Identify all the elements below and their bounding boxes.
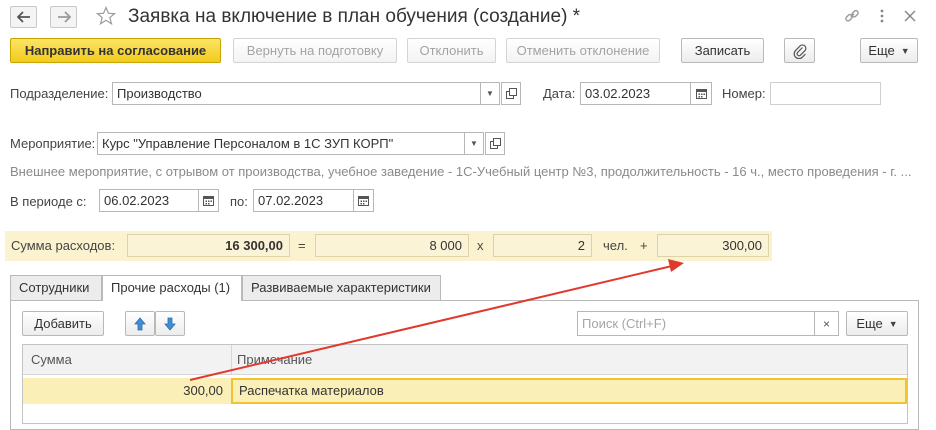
- participants-count-field[interactable]: 2: [493, 234, 592, 257]
- close-icon: [904, 10, 916, 22]
- cancel-rejection-button[interactable]: Отменить отклонение: [506, 38, 660, 63]
- number-label: Номер:: [722, 86, 766, 101]
- open-form-icon: [505, 88, 517, 99]
- period-from-input[interactable]: 06.02.2023: [99, 189, 199, 212]
- date-input[interactable]: 03.02.2023: [580, 82, 691, 105]
- plus-sign: +: [640, 238, 648, 253]
- number-input[interactable]: [770, 82, 881, 105]
- period-to-calendar-button[interactable]: [353, 189, 374, 212]
- search-clear-button[interactable]: ×: [814, 312, 838, 335]
- open-form-icon: [489, 138, 501, 149]
- move-up-button[interactable]: [125, 311, 155, 336]
- link-icon: [845, 9, 859, 22]
- more-label: Еще: [868, 43, 895, 58]
- arrow-up-icon: [134, 316, 146, 330]
- search-placeholder: Поиск (Ctrl+F): [582, 316, 667, 331]
- calendar-icon: [203, 196, 214, 206]
- department-label: Подразделение:: [10, 86, 109, 101]
- chevron-down-icon: ▼: [888, 318, 898, 329]
- link-button[interactable]: [842, 6, 862, 26]
- add-button[interactable]: Добавить: [22, 311, 104, 336]
- participants-unit: чел.: [603, 238, 628, 253]
- favorite-button[interactable]: [95, 5, 117, 27]
- tab-developed-characteristics[interactable]: Развиваемые характеристики: [242, 275, 441, 300]
- save-button[interactable]: Записать: [681, 38, 764, 63]
- more-button[interactable]: Еще ▼: [860, 38, 918, 63]
- window-title: Заявка на включение в план обучения (соз…: [128, 6, 581, 27]
- period-from-label: В периоде с:: [10, 194, 87, 209]
- arrow-down-icon: [164, 317, 176, 331]
- column-header-note[interactable]: Примечание: [237, 352, 312, 367]
- more-actions-button[interactable]: [872, 6, 892, 26]
- tab-employees[interactable]: Сотрудники: [10, 275, 102, 300]
- multiply-sign: x: [477, 238, 484, 253]
- department-input[interactable]: Производство: [112, 82, 481, 105]
- period-from-calendar-button[interactable]: [198, 189, 219, 212]
- table-header: Сумма Примечание: [23, 345, 907, 375]
- arrow-left-icon: [16, 11, 30, 23]
- event-dropdown-button[interactable]: ▼: [464, 132, 484, 155]
- event-input[interactable]: Курс "Управление Персоналом в 1С ЗУП КОР…: [97, 132, 465, 155]
- back-button[interactable]: [10, 6, 37, 28]
- move-down-button[interactable]: [155, 311, 185, 336]
- event-open-button[interactable]: [485, 132, 505, 155]
- calendar-icon: [358, 196, 369, 206]
- return-to-preparation-button[interactable]: Вернуть на подготовку: [233, 38, 397, 63]
- search-input[interactable]: Поиск (Ctrl+F) ×: [577, 311, 839, 336]
- table-more-button[interactable]: Еще ▼: [846, 311, 908, 336]
- period-to-input[interactable]: 07.02.2023: [253, 189, 354, 212]
- event-description: Внешнее мероприятие, с отрывом от произв…: [10, 164, 912, 179]
- expenses-label: Сумма расходов:: [11, 238, 116, 253]
- chevron-down-icon: ▼: [900, 45, 910, 56]
- calendar-icon: [695, 89, 707, 99]
- table-cell-note[interactable]: Распечатка материалов: [231, 378, 907, 404]
- department-open-button[interactable]: [501, 82, 521, 105]
- close-icon: ×: [822, 316, 830, 331]
- expenses-per-person-field[interactable]: 8 000: [315, 234, 469, 257]
- more-vert-icon: [880, 9, 884, 23]
- close-button[interactable]: [900, 6, 920, 26]
- tab-other-expenses[interactable]: Прочие расходы (1): [102, 275, 242, 301]
- table-cell-sum[interactable]: 300,00: [23, 378, 229, 404]
- department-dropdown-button[interactable]: ▼: [480, 82, 500, 105]
- table-row[interactable]: 300,00 Распечатка материалов: [23, 378, 907, 404]
- equals-sign: =: [298, 238, 306, 253]
- chevron-down-icon: ▼: [486, 89, 494, 98]
- date-calendar-button[interactable]: [690, 82, 712, 105]
- other-expenses-field[interactable]: 300,00: [657, 234, 769, 257]
- forward-button[interactable]: [50, 6, 77, 28]
- reject-button[interactable]: Отклонить: [407, 38, 496, 63]
- paperclip-icon: [793, 43, 806, 59]
- attach-button[interactable]: [784, 38, 815, 63]
- chevron-down-icon: ▼: [470, 139, 478, 148]
- arrow-right-icon: [57, 11, 71, 23]
- star-icon: [96, 6, 116, 26]
- event-label: Мероприятие:: [10, 136, 96, 151]
- expenses-total-field[interactable]: 16 300,00: [127, 234, 290, 257]
- date-label: Дата:: [543, 86, 576, 101]
- column-separator: [231, 345, 232, 375]
- other-expenses-table[interactable]: Сумма Примечание 300,00 Распечатка матер…: [22, 344, 908, 424]
- send-for-approval-button[interactable]: Направить на согласование: [10, 38, 221, 63]
- column-header-sum[interactable]: Сумма: [31, 352, 72, 367]
- period-to-label: по:: [230, 194, 248, 209]
- table-more-label: Еще: [856, 316, 883, 331]
